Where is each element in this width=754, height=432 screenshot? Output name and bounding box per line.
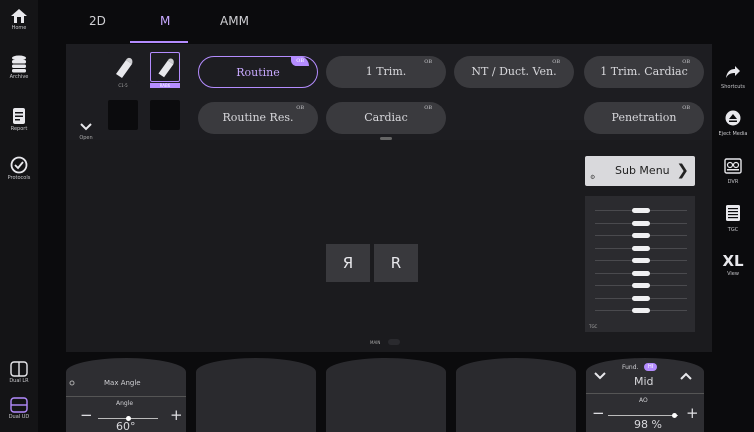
- divider: [586, 393, 704, 394]
- preset-penetration[interactable]: Penetration OB: [584, 102, 704, 134]
- preset-nt-duct-ven[interactable]: NT / Duct. Ven. OB: [454, 56, 574, 88]
- main-label: MAIN: [370, 340, 381, 345]
- dvr-button[interactable]: DVR: [712, 158, 754, 185]
- right-sidebar: Shortcuts Eject Media DVR TGC XL View: [712, 0, 754, 432]
- tgc-slider-knob[interactable]: [632, 245, 650, 251]
- ob-badge: OB: [424, 105, 432, 111]
- tab-m[interactable]: M: [160, 14, 170, 28]
- ob-badge: OB: [296, 105, 304, 111]
- ob-badge: OB: [291, 56, 309, 66]
- fund-label: Fund.: [622, 364, 639, 371]
- dual-ud-button[interactable]: Dual UD: [0, 397, 38, 420]
- presets-panel: C1-5 RAB6 Routine OB 1 Trim. OB NT / Duc…: [66, 44, 714, 140]
- tgc-slider-knob[interactable]: [632, 208, 650, 213]
- probe-icon: [116, 57, 133, 78]
- tgc-slider-knob[interactable]: [632, 233, 650, 238]
- fund-value: Mid: [634, 375, 654, 388]
- preset-cardiac[interactable]: Cardiac OB: [326, 102, 446, 134]
- shortcuts-button[interactable]: Shortcuts: [712, 64, 754, 90]
- gear-icon: ⚙: [590, 174, 596, 181]
- eject-media-button[interactable]: Eject Media: [712, 110, 754, 137]
- view-value: XL: [722, 252, 744, 270]
- tab-amm[interactable]: AMM: [220, 14, 249, 28]
- divider: [66, 396, 186, 397]
- preset-1-trim[interactable]: 1 Trim. OB: [326, 56, 446, 88]
- database-icon: [12, 55, 26, 73]
- increase-angle-button[interactable]: +: [170, 406, 183, 424]
- view-xl-button[interactable]: XL View: [712, 251, 754, 277]
- preset-routine[interactable]: Routine OB: [198, 56, 318, 88]
- dual-lr-icon: [10, 361, 28, 377]
- protocols-button[interactable]: Protocols: [0, 156, 38, 181]
- probe-icon: [158, 58, 174, 78]
- increase-ao-button[interactable]: +: [686, 404, 699, 422]
- tab-2d[interactable]: 2D: [89, 14, 106, 28]
- ao-slider-thumb[interactable]: [672, 413, 677, 418]
- max-angle-label[interactable]: Max Angle: [104, 379, 141, 387]
- eject-icon: [725, 110, 741, 126]
- report-button[interactable]: Report: [0, 107, 38, 132]
- tgc-slider-knob[interactable]: [632, 270, 650, 276]
- preset-routine-res[interactable]: Routine Res. OB: [198, 102, 318, 134]
- angle-label: Angle: [116, 400, 134, 407]
- tgc-icon: [726, 205, 740, 221]
- chevron-down-icon[interactable]: [594, 372, 606, 380]
- home-button[interactable]: Home: [0, 8, 38, 31]
- dvr-icon: [724, 158, 742, 174]
- archive-button[interactable]: Archive: [0, 55, 38, 80]
- angle-value: 60°: [116, 420, 136, 432]
- empty-control[interactable]: [456, 358, 576, 432]
- ao-label: AO: [639, 397, 648, 404]
- tgc-button[interactable]: TGC: [712, 204, 754, 233]
- settings-dot-icon: [69, 380, 75, 386]
- ob-badge: OB: [682, 59, 690, 65]
- probe-slot-empty[interactable]: [150, 100, 180, 130]
- tgc-slider-knob[interactable]: [632, 283, 650, 288]
- chevron-up-icon[interactable]: [680, 372, 692, 380]
- flip-up-down-button[interactable]: R: [374, 244, 418, 282]
- ob-badge: OB: [682, 105, 690, 111]
- decrease-angle-button[interactable]: −: [80, 406, 93, 424]
- ao-value: 98 %: [634, 418, 662, 431]
- home-icon: [11, 9, 27, 23]
- report-icon: [13, 108, 25, 124]
- probe-c1-5[interactable]: [108, 52, 138, 82]
- empty-control[interactable]: [196, 358, 316, 432]
- tgc-slider-knob[interactable]: [632, 295, 650, 301]
- sub-menu-button[interactable]: ⚙ Sub Menu ❯: [585, 156, 695, 186]
- check-circle-icon: [10, 156, 28, 174]
- dual-ud-icon: [10, 397, 28, 413]
- hi-badge: HI: [644, 363, 658, 371]
- chevron-right-icon: ❯: [676, 161, 689, 179]
- active-tab-indicator: [130, 41, 188, 43]
- open-presets-button[interactable]: Open: [76, 116, 96, 141]
- tgc-panel: TGC: [585, 196, 695, 332]
- arrow-icon: [726, 66, 740, 78]
- main-toggle[interactable]: [388, 339, 400, 345]
- mode-tabs: 2D M AMM: [38, 0, 712, 44]
- probe-label-selected: RAB6: [150, 83, 180, 88]
- tgc-slider-knob[interactable]: [632, 220, 650, 226]
- tgc-slider-knob[interactable]: [632, 258, 650, 263]
- probe-slot-empty[interactable]: [108, 100, 138, 130]
- ao-slider-track[interactable]: [608, 415, 678, 416]
- flip-left-right-button[interactable]: Я: [326, 244, 370, 282]
- probe-label: C1-5: [118, 83, 128, 88]
- empty-control[interactable]: [326, 358, 446, 432]
- ob-badge: OB: [552, 59, 560, 65]
- tgc-slider-knob[interactable]: [632, 308, 650, 313]
- left-sidebar: Home Archive Report Protocols Dual LR Du…: [0, 0, 38, 432]
- preset-1-trim-cardiac[interactable]: 1 Trim. Cardiac OB: [584, 56, 704, 88]
- dual-lr-button[interactable]: Dual LR: [0, 361, 38, 384]
- chevron-down-icon: [80, 123, 92, 131]
- probe-rab6[interactable]: [150, 52, 180, 82]
- decrease-ao-button[interactable]: −: [592, 404, 605, 422]
- ob-badge: OB: [424, 59, 432, 65]
